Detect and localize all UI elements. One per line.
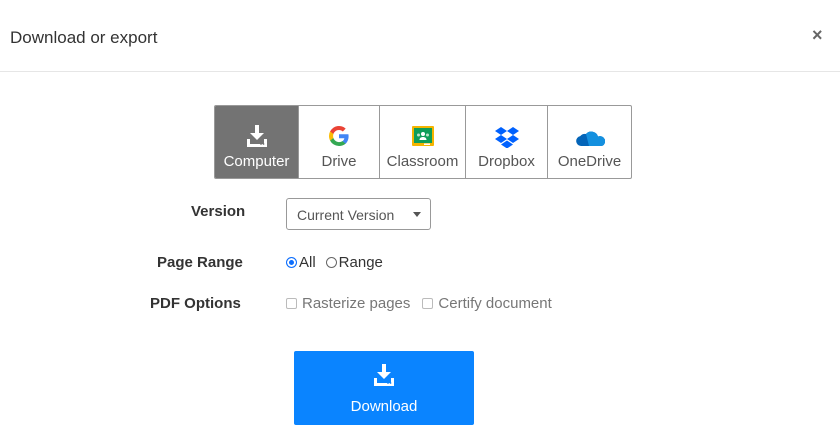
destination-label: Classroom <box>386 153 459 170</box>
pdf-options-label: PDF Options <box>150 295 241 312</box>
radio-all[interactable] <box>286 257 297 268</box>
destination-label: OneDrive <box>557 153 622 170</box>
download-icon <box>373 363 395 392</box>
radio-range-label: Range <box>338 254 383 271</box>
version-select[interactable]: Current Version <box>286 198 431 230</box>
dropbox-icon <box>494 106 519 152</box>
pdf-options: Rasterize pages Certify document <box>286 295 552 312</box>
caret-down-icon <box>413 212 421 217</box>
close-icon[interactable]: × <box>812 26 823 44</box>
version-value: Current Version <box>297 207 395 223</box>
page-range-options: All Range <box>286 254 383 271</box>
radio-all-label: All <box>299 254 316 271</box>
destination-dropbox[interactable]: Dropbox <box>466 106 548 178</box>
google-drive-icon <box>327 106 351 152</box>
dialog-header: Download or export × <box>0 0 840 72</box>
destination-label: Dropbox <box>478 153 535 170</box>
version-label: Version <box>191 203 246 220</box>
certify-label: Certify document <box>438 295 552 312</box>
destination-onedrive[interactable]: OneDrive <box>548 106 631 178</box>
page-range-label: Page Range <box>157 254 243 271</box>
onedrive-icon <box>575 106 605 152</box>
destination-classroom[interactable]: Classroom <box>380 106 466 178</box>
rasterize-label: Rasterize pages <box>302 295 411 312</box>
destination-computer[interactable]: Computer <box>215 106 299 178</box>
download-button[interactable]: Download <box>294 351 474 425</box>
destination-selector: Computer Drive Classroom Dropbox OneDriv… <box>214 105 632 179</box>
destination-drive[interactable]: Drive <box>299 106 380 178</box>
radio-range[interactable] <box>325 257 337 268</box>
rasterize-checkbox[interactable] <box>286 298 297 309</box>
download-button-label: Download <box>350 398 418 415</box>
destination-label: Drive <box>321 153 357 170</box>
certify-checkbox[interactable] <box>422 298 434 309</box>
download-icon <box>246 106 268 152</box>
google-classroom-icon <box>411 106 435 152</box>
dialog-title: Download or export <box>10 28 158 47</box>
destination-label: Computer <box>223 153 290 170</box>
